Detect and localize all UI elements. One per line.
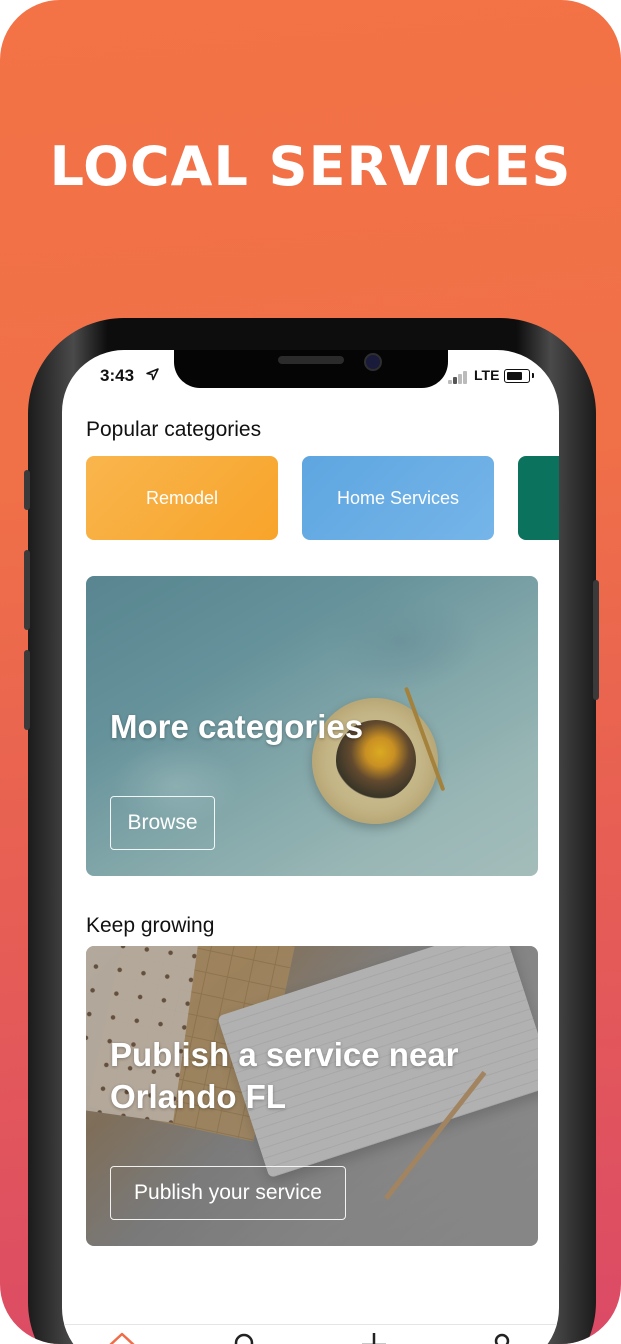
more-categories-card[interactable]: More categories Browse [86, 576, 538, 876]
phone-power-button [593, 580, 599, 700]
category-label: Remodel [145, 487, 219, 508]
home-icon[interactable] [102, 1325, 142, 1344]
profile-icon[interactable] [482, 1325, 522, 1344]
add-icon[interactable] [354, 1325, 394, 1344]
phone-volume-up [24, 550, 30, 630]
publish-service-card[interactable]: Publish a service near Orlando FL Publis… [86, 946, 538, 1246]
location-arrow-icon [146, 368, 159, 384]
signal-icon [448, 370, 472, 384]
category-remodel[interactable]: Remodel [86, 456, 278, 540]
category-label: Home Services [336, 487, 460, 508]
phone-volume-down [24, 650, 30, 730]
front-camera [364, 353, 382, 371]
notch [174, 350, 448, 388]
category-home-services[interactable]: Home Services [302, 456, 494, 540]
phone-screen: 3:43 LTE Popular categories Remodel Home… [62, 350, 559, 1344]
category-partial[interactable] [518, 456, 559, 540]
status-time: 3:43 [100, 366, 135, 385]
publish-your-service-button[interactable]: Publish your service [110, 1166, 346, 1220]
tab-bar [62, 1324, 559, 1344]
publish-heading: Publish a service near Orlando FL [110, 1036, 459, 1115]
speaker-grille [278, 356, 344, 364]
network-label: LTE [474, 367, 500, 383]
popular-categories-title: Popular categories [86, 418, 262, 441]
battery-icon [504, 369, 530, 383]
keep-growing-title: Keep growing [86, 914, 215, 937]
more-categories-heading: More categories [110, 708, 364, 745]
search-icon[interactable] [224, 1325, 264, 1344]
browse-button[interactable]: Browse [110, 796, 215, 850]
battery-tip [532, 373, 534, 378]
phone-mute-switch [24, 470, 30, 510]
promo-background: LOCAL SERVICES 3:43 LTE Popular categori… [0, 0, 621, 1344]
promo-headline: LOCAL SERVICES [49, 135, 572, 198]
